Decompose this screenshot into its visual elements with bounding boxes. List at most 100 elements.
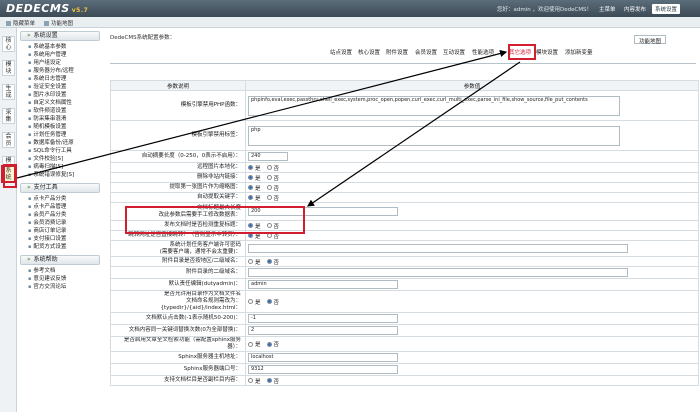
row-label: 自动摘要长度（0-250，0表示不启用）： (110, 150, 246, 163)
keyword-replace-input[interactable]: 2 (248, 326, 398, 335)
php-func-textarea[interactable]: phpinfo,eval,exec,passthru,shell_exec,sy… (248, 95, 620, 116)
menu-item[interactable]: SQL命令行工具 (20, 147, 100, 155)
radio-yes[interactable] (248, 185, 253, 190)
menu-item[interactable]: 意见建议反馈 (20, 275, 100, 283)
menu-item[interactable]: 用户组设定 (20, 59, 100, 67)
left-tab-collect[interactable]: 采集 (2, 108, 15, 124)
radio-yes[interactable] (248, 259, 253, 264)
tab-core[interactable]: 核心设置 (358, 48, 380, 56)
row-label: 是否允许用目录作为文档文件名 文档命名规则需改为：{typedir}/{aid}… (110, 290, 246, 313)
tab-module-settings[interactable]: 模块设置 (536, 48, 558, 56)
tab-add-variable[interactable]: 添加新变量 (565, 48, 593, 56)
radio-yes[interactable] (248, 195, 253, 200)
tab-interaction[interactable]: 互动设置 (443, 48, 465, 56)
row-label: 模板引擎禁用PHP函数： (110, 90, 246, 121)
menu-item[interactable]: 支付接口设置 (20, 235, 100, 243)
radio-yes[interactable] (248, 378, 253, 383)
tab-performance[interactable]: 性能选项 (472, 48, 494, 56)
row-label: 文档内容同一关键词替换次数(0为全部替换)： (110, 324, 246, 337)
row-label: 提取第一张图片作为缩略图： (110, 182, 246, 193)
func-map-link[interactable]: 功能地图 (44, 19, 73, 27)
hide-menu-icon (6, 21, 11, 26)
radio-no[interactable] (266, 299, 272, 304)
row-label: Sphinx服务器主机地址： (110, 351, 246, 364)
menu-group-payment[interactable]: 支付工具 (20, 183, 100, 193)
sphinx-host-input[interactable]: localhost (248, 353, 398, 362)
menu-item[interactable]: 会员产品分类 (20, 211, 100, 219)
sphinx-port-input[interactable]: 9312 (248, 365, 398, 374)
menu-item[interactable]: 点卡产品分类 (20, 195, 100, 203)
radio-no[interactable] (266, 341, 272, 347)
radio-no[interactable] (266, 175, 272, 180)
menu-item[interactable]: 图片水印设置 (20, 91, 100, 99)
tab-attachment[interactable]: 附件设置 (386, 48, 408, 56)
radio-yes[interactable] (248, 165, 253, 170)
col-header-value: 参数值 (245, 80, 699, 91)
radio-no[interactable] (266, 165, 272, 170)
menu-item[interactable]: 系统日志管理 (20, 75, 100, 83)
menu-item[interactable]: 系统基本参数 (20, 43, 100, 51)
top-header: DEDECMS v5.7 您好：admin ，欢迎使用DedeCMS！ 主菜单 内… (0, 0, 700, 17)
row-label: 是否启用文章全文检索功能（需配置sphinx服务器）： (110, 336, 246, 352)
menu-item[interactable]: 自定义文档属性 (20, 99, 100, 107)
row-label: 自动提取关键字： (110, 192, 246, 203)
disabled-tags-textarea[interactable]: php (248, 125, 620, 146)
task-password-input[interactable] (248, 244, 628, 253)
left-tab-generate[interactable]: 生成 (2, 84, 15, 100)
left-tab-core[interactable]: 核心 (2, 36, 15, 52)
menu-item[interactable]: 官方交流论坛 (20, 283, 100, 291)
radio-yes[interactable] (248, 175, 253, 180)
menu-item[interactable]: 配货方式设置 (20, 243, 100, 251)
row-label: 附件目录的二级域名： (110, 266, 246, 279)
menu-item[interactable]: 软件频道设置 (20, 107, 100, 115)
radio-yes[interactable] (248, 341, 253, 347)
menu-item[interactable]: 点卡产品管理 (20, 203, 100, 211)
highlight-box-title-length (125, 206, 305, 234)
col-header-desc: 参数说明 (110, 80, 246, 91)
top-link-main-menu[interactable]: 主菜单 (596, 4, 619, 14)
radio-no[interactable] (266, 378, 272, 383)
sub-toolbar: 隐藏菜单 功能地图 功能地图 (0, 17, 700, 45)
menu-item[interactable]: 系统错误修复[S] (20, 171, 100, 179)
row-label: 模板引擎禁用标签： (110, 120, 246, 151)
menu-item[interactable]: 防采集串混淆 (20, 115, 100, 123)
left-tab-module[interactable]: 模块 (2, 60, 15, 76)
menu-item[interactable]: 文件校验[S] (20, 155, 100, 163)
menu-item[interactable]: 商店订单记录 (20, 227, 100, 235)
radio-no[interactable] (266, 185, 272, 190)
main-panel: DedeCMS系统配置参数： 站点设置 核心设置 附件设置 会员设置 互动设置 … (110, 33, 696, 64)
top-link-publish[interactable]: 内容发布 (621, 4, 649, 14)
menu-item[interactable]: 服务器分布/远程 (20, 67, 100, 75)
menu-item[interactable]: 计划任务管理 (20, 131, 100, 139)
hide-menu-button[interactable]: 隐藏菜单 (6, 19, 35, 27)
radio-yes[interactable] (248, 299, 253, 304)
menu-group-system[interactable]: 系统设置 (20, 31, 100, 41)
menu-item[interactable]: 系统用户管理 (20, 51, 100, 59)
menu-item[interactable]: 随机模板设置 (20, 123, 100, 131)
dedecms-logo: DEDECMS v5.7 (6, 2, 89, 15)
radio-no[interactable] (266, 259, 272, 264)
highlight-box-system-tab (3, 164, 17, 188)
row-label: 默认责任编辑(dutyadmin)： (110, 278, 246, 291)
row-label: 系统计划任务客户端许可密码 (需要客户端，通常不会太重要)： (110, 240, 246, 257)
breadcrumb: DedeCMS系统配置参数： (110, 35, 176, 41)
default-click-input[interactable]: -1 (248, 314, 398, 323)
left-tab-member[interactable]: 会员 (2, 132, 15, 148)
menu-item[interactable]: 数据库备份/还原 (20, 139, 100, 147)
top-link-system[interactable]: 系统设置 (652, 4, 681, 14)
duty-admin-input[interactable]: admin (248, 280, 398, 289)
menu-item[interactable]: 病毒扫描[S] (20, 163, 100, 171)
menu-item[interactable]: 参考文档 (20, 267, 100, 275)
summary-length-input[interactable]: 240 (248, 152, 288, 161)
row-label: 附件目录是否按地区/二级域名： (110, 256, 246, 267)
menu-item[interactable]: 验证安全设置 (20, 83, 100, 91)
highlight-box-other-tab (508, 44, 536, 60)
tab-site[interactable]: 站点设置 (330, 48, 352, 56)
tab-member[interactable]: 会员设置 (415, 48, 437, 56)
radio-no[interactable] (266, 195, 272, 200)
menu-group-help[interactable]: 系统帮助 (20, 255, 100, 265)
attach-domain-input[interactable] (248, 268, 628, 277)
menu-item[interactable]: 会员消费记录 (20, 219, 100, 227)
row-label: 文档默认点击数(-1表示随机50-200)： (110, 312, 246, 325)
row-label: Sphinx服务器端口号： (110, 363, 246, 376)
